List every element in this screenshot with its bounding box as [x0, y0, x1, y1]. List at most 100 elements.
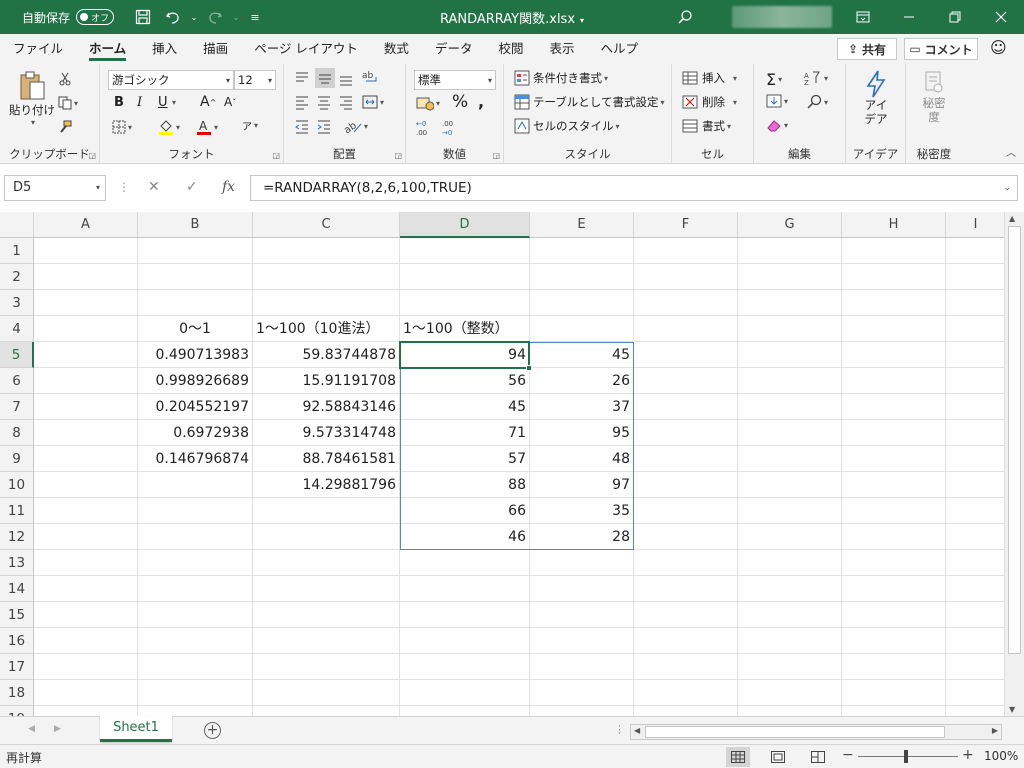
cell-b17[interactable] [138, 654, 253, 680]
shrink-font-button[interactable]: Aˇ [224, 95, 236, 109]
worksheet-grid[interactable]: ABCDEFGHI 12345678910111213141516171819 … [0, 212, 1024, 716]
zoom-slider[interactable] [858, 756, 958, 757]
cell-h2[interactable] [842, 264, 946, 290]
cell-d8[interactable]: 71 [400, 420, 530, 446]
align-bottom-icon[interactable] [338, 70, 354, 86]
align-middle-icon[interactable] [315, 68, 335, 88]
cell-h12[interactable] [842, 524, 946, 550]
grow-font-button[interactable]: A ^ [200, 94, 216, 110]
cell-h17[interactable] [842, 654, 946, 680]
cell-h1[interactable] [842, 238, 946, 264]
cell-i15[interactable] [946, 602, 1006, 628]
cell-a16[interactable] [34, 628, 138, 654]
cell-f11[interactable] [634, 498, 738, 524]
cell-g3[interactable] [738, 290, 842, 316]
underline-dropdown-icon[interactable]: ▾ [170, 98, 176, 107]
cell-e12[interactable]: 28 [530, 524, 634, 550]
tab-split-handle[interactable]: ⋮ [614, 723, 625, 736]
cell-f18[interactable] [634, 680, 738, 706]
restore-icon[interactable] [932, 0, 978, 34]
insert-function-icon[interactable]: fx [222, 179, 235, 195]
cell-c13[interactable] [253, 550, 400, 576]
cell-i1[interactable] [946, 238, 1006, 264]
tab-insert[interactable]: 挿入 [139, 34, 190, 64]
cell-f14[interactable] [634, 576, 738, 602]
cell-a5[interactable] [34, 342, 138, 368]
row-header-7[interactable]: 7 [0, 394, 34, 420]
cell-e18[interactable] [530, 680, 634, 706]
cell-g4[interactable] [738, 316, 842, 342]
cell-f10[interactable] [634, 472, 738, 498]
cell-g19[interactable] [738, 706, 842, 716]
row-header-6[interactable]: 6 [0, 368, 34, 394]
cell-e14[interactable] [530, 576, 634, 602]
ideas-button[interactable]: アイ デア [858, 70, 894, 126]
cell-a4[interactable] [34, 316, 138, 342]
cell-e1[interactable] [530, 238, 634, 264]
column-header-e[interactable]: E [530, 212, 634, 238]
paste-button[interactable]: 貼り付け ▾ [9, 70, 55, 127]
cell-c18[interactable] [253, 680, 400, 706]
cell-f6[interactable] [634, 368, 738, 394]
cancel-icon[interactable]: ✕ [148, 179, 160, 195]
phonetic-guide-icon[interactable]: ア ▾ [242, 118, 258, 133]
accounting-format-icon[interactable]: ▾ [416, 95, 440, 111]
cell-g18[interactable] [738, 680, 842, 706]
cell-i9[interactable] [946, 446, 1006, 472]
cell-g5[interactable] [738, 342, 842, 368]
cell-b6[interactable]: 0.998926689 [138, 368, 253, 394]
cell-b2[interactable] [138, 264, 253, 290]
column-header-h[interactable]: H [842, 212, 946, 238]
cell-a12[interactable] [34, 524, 138, 550]
comments-button[interactable]: ▭ コメント [904, 38, 978, 60]
cell-b19[interactable] [138, 706, 253, 716]
cell-a6[interactable] [34, 368, 138, 394]
row-header-14[interactable]: 14 [0, 576, 34, 602]
comma-style-icon[interactable]: , [478, 92, 484, 111]
cell-i2[interactable] [946, 264, 1006, 290]
cell-e13[interactable] [530, 550, 634, 576]
column-header-b[interactable]: B [138, 212, 253, 238]
page-break-view-icon[interactable] [806, 747, 830, 767]
clear-icon[interactable]: ▾ [766, 118, 788, 132]
cell-d4[interactable]: 1～100（整数） [400, 316, 530, 342]
fill-icon[interactable]: ▾ [766, 94, 788, 108]
cell-a11[interactable] [34, 498, 138, 524]
cell-g6[interactable] [738, 368, 842, 394]
cell-h18[interactable] [842, 680, 946, 706]
insert-cells-button[interactable]: 挿入 ▾ [682, 70, 737, 86]
align-left-icon[interactable] [294, 94, 310, 110]
cell-f7[interactable] [634, 394, 738, 420]
number-format-select[interactable]: 標準 ▾ [414, 70, 496, 90]
cell-e16[interactable] [530, 628, 634, 654]
collapse-ribbon-icon[interactable]: ︿ [1006, 144, 1016, 159]
cell-a18[interactable] [34, 680, 138, 706]
cell-d18[interactable] [400, 680, 530, 706]
cell-a2[interactable] [34, 264, 138, 290]
cell-h16[interactable] [842, 628, 946, 654]
sort-filter-icon[interactable]: A Z ▾ [804, 70, 828, 86]
cell-i10[interactable] [946, 472, 1006, 498]
cell-d15[interactable] [400, 602, 530, 628]
cell-h9[interactable] [842, 446, 946, 472]
autosum-icon[interactable]: Σ ▾ [766, 70, 782, 89]
cell-h10[interactable] [842, 472, 946, 498]
conditional-formatting-button[interactable]: 条件付き書式 ▾ [514, 70, 608, 86]
cell-c15[interactable] [253, 602, 400, 628]
autosave-toggle[interactable]: オフ [76, 9, 115, 25]
cell-b3[interactable] [138, 290, 253, 316]
add-sheet-icon[interactable]: + [204, 722, 221, 739]
cell-h14[interactable] [842, 576, 946, 602]
column-header-a[interactable]: A [34, 212, 138, 238]
save-icon[interactable] [128, 0, 158, 34]
row-header-12[interactable]: 12 [0, 524, 34, 550]
cell-f19[interactable] [634, 706, 738, 716]
cell-d13[interactable] [400, 550, 530, 576]
redo-icon[interactable] [200, 0, 230, 34]
cell-h5[interactable] [842, 342, 946, 368]
cell-d19[interactable] [400, 706, 530, 716]
font-name-select[interactable]: 游ゴシック ▾ [108, 70, 234, 90]
cell-a1[interactable] [34, 238, 138, 264]
cell-h19[interactable] [842, 706, 946, 716]
page-layout-view-icon[interactable] [766, 747, 790, 767]
